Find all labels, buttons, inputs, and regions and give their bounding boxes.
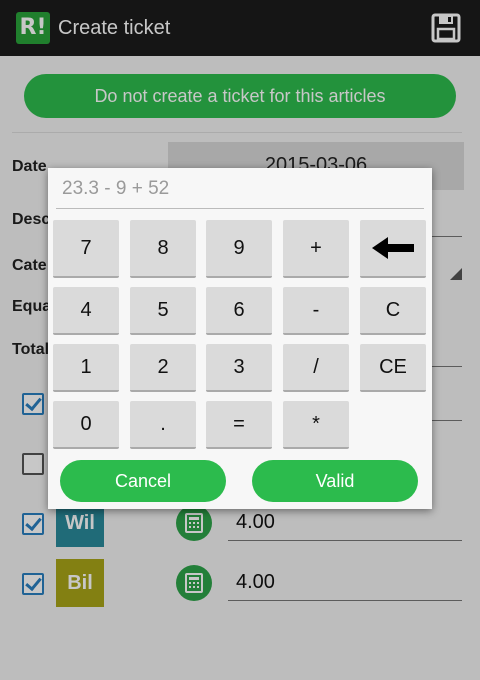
backspace-button[interactable] (360, 220, 426, 278)
key-3[interactable]: 3 (206, 344, 272, 392)
backspace-arrow-icon (372, 237, 414, 259)
key-2[interactable]: 2 (130, 344, 196, 392)
key-5[interactable]: 5 (130, 287, 196, 335)
key-dot[interactable]: . (130, 401, 196, 449)
expression-input[interactable]: 23.3 - 9 + 52 (62, 178, 422, 206)
key-8[interactable]: 8 (130, 220, 196, 278)
key-6[interactable]: 6 (206, 287, 272, 335)
key-9[interactable]: 9 (206, 220, 272, 278)
key-plus[interactable]: + (283, 220, 349, 278)
valid-button[interactable]: Valid (252, 460, 418, 502)
key-divide[interactable]: / (283, 344, 349, 392)
key-equals[interactable]: = (206, 401, 272, 449)
key-7[interactable]: 7 (53, 220, 119, 278)
key-1[interactable]: 1 (53, 344, 119, 392)
cancel-button[interactable]: Cancel (60, 460, 226, 502)
key-clear[interactable]: C (360, 287, 426, 335)
expression-underline (56, 208, 424, 209)
key-4[interactable]: 4 (53, 287, 119, 335)
key-minus[interactable]: - (283, 287, 349, 335)
calculator-dialog: 23.3 - 9 + 52 7 8 9 + 4 5 6 - C 1 2 3 / … (48, 168, 432, 509)
key-0[interactable]: 0 (53, 401, 119, 449)
key-clear-entry[interactable]: CE (360, 344, 426, 392)
key-multiply[interactable]: * (283, 401, 349, 449)
